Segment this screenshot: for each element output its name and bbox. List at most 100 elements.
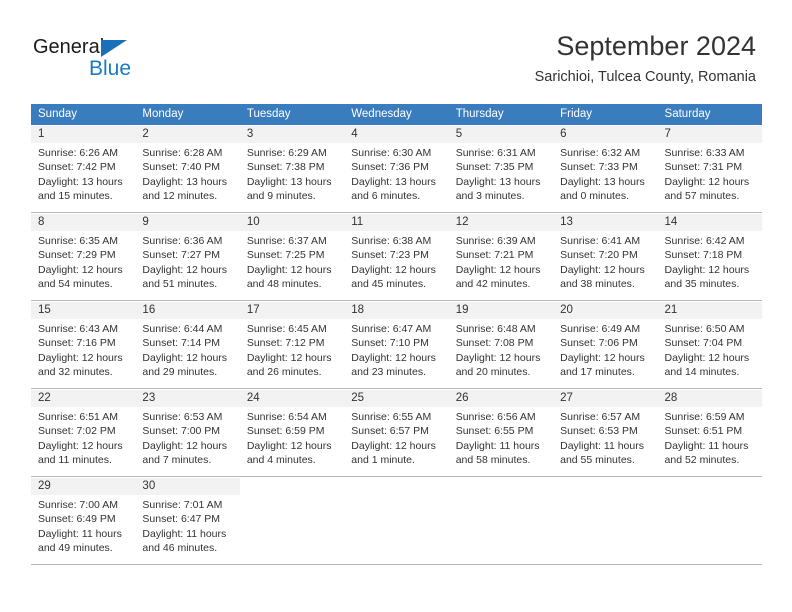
daylight-text-line1: Daylight: 12 hours (38, 351, 123, 364)
day-details: Sunrise: 7:01 AM Sunset: 6:47 PM Dayligh… (135, 495, 239, 556)
day-details: Sunrise: 6:35 AM Sunset: 7:29 PM Dayligh… (31, 231, 135, 292)
day-cell[interactable]: 17 Sunrise: 6:45 AM Sunset: 7:12 PM Dayl… (239, 302, 345, 388)
day-details: Sunrise: 6:42 AM Sunset: 7:18 PM Dayligh… (658, 231, 762, 292)
day-number-band: 12 (448, 214, 554, 231)
daylight-text-line2: and 38 minutes. (560, 278, 635, 291)
day-number: 1 (38, 128, 45, 140)
day-number-band: 24 (239, 390, 345, 407)
day-number: 6 (560, 128, 567, 140)
day-number-band: 11 (344, 214, 449, 231)
daylight-text-line1: Daylight: 12 hours (38, 439, 123, 452)
daylight-text-line2: and 29 minutes. (142, 366, 218, 379)
daylight-text-line1: Daylight: 12 hours (664, 351, 750, 364)
day-number: 4 (351, 128, 358, 140)
day-cell[interactable]: 6 Sunrise: 6:32 AM Sunset: 7:33 PM Dayli… (553, 126, 658, 212)
day-cell[interactable]: 3 Sunrise: 6:29 AM Sunset: 7:38 PM Dayli… (239, 126, 345, 212)
sunrise-text: Sunrise: 6:44 AM (142, 323, 223, 335)
sunset-text: Sunset: 6:47 PM (142, 513, 221, 526)
day-cell[interactable]: 27 Sunrise: 6:57 AM Sunset: 6:53 PM Dayl… (553, 390, 658, 476)
day-cell[interactable]: 9 Sunrise: 6:36 AM Sunset: 7:27 PM Dayli… (135, 214, 240, 300)
daylight-text-line2: and 55 minutes. (560, 454, 635, 467)
day-cell[interactable]: 1 Sunrise: 6:26 AM Sunset: 7:42 PM Dayli… (31, 126, 136, 212)
daylight-text-line2: and 51 minutes. (142, 278, 218, 291)
day-cell[interactable]: 5 Sunrise: 6:31 AM Sunset: 7:35 PM Dayli… (448, 126, 554, 212)
day-cell[interactable]: 21 Sunrise: 6:50 AM Sunset: 7:04 PM Dayl… (657, 302, 762, 388)
sunset-text: Sunset: 7:18 PM (664, 249, 743, 262)
daylight-text-line2: and 17 minutes. (560, 366, 635, 379)
sunset-text: Sunset: 6:57 PM (351, 425, 429, 438)
sunrise-text: Sunrise: 6:32 AM (560, 147, 641, 159)
daylight-text-line2: and 12 minutes. (142, 190, 218, 203)
day-cell[interactable]: 13 Sunrise: 6:41 AM Sunset: 7:20 PM Dayl… (553, 214, 658, 300)
day-cell[interactable]: 16 Sunrise: 6:44 AM Sunset: 7:14 PM Dayl… (135, 302, 240, 388)
day-number-band: 10 (239, 214, 345, 231)
day-number: 18 (351, 304, 365, 316)
day-cell[interactable]: 28 Sunrise: 6:59 AM Sunset: 6:51 PM Dayl… (657, 390, 762, 476)
day-details: Sunrise: 6:59 AM Sunset: 6:51 PM Dayligh… (658, 407, 762, 468)
day-cell[interactable]: 14 Sunrise: 6:42 AM Sunset: 7:18 PM Dayl… (657, 214, 762, 300)
day-details: Sunrise: 6:44 AM Sunset: 7:14 PM Dayligh… (135, 319, 239, 380)
day-number: 26 (455, 392, 469, 404)
day-cell[interactable]: 23 Sunrise: 6:53 AM Sunset: 7:00 PM Dayl… (135, 390, 240, 476)
day-number: 22 (38, 392, 51, 404)
day-cell[interactable]: 2 Sunrise: 6:28 AM Sunset: 7:40 PM Dayli… (135, 126, 240, 212)
day-cell[interactable]: 4 Sunrise: 6:30 AM Sunset: 7:36 PM Dayli… (344, 126, 449, 212)
daylight-text-line1: Daylight: 13 hours (38, 175, 123, 188)
sunrise-text: Sunrise: 6:56 AM (455, 411, 536, 423)
weekday-header-sunday: Sunday (38, 108, 78, 120)
day-cell[interactable]: 7 Sunrise: 6:33 AM Sunset: 7:31 PM Dayli… (657, 126, 762, 212)
daylight-text-line1: Daylight: 12 hours (142, 263, 228, 276)
weekday-header-friday: Friday (560, 108, 593, 120)
day-number-band: 20 (553, 302, 658, 319)
day-cell-empty (657, 478, 762, 564)
daylight-text-line1: Daylight: 11 hours (455, 439, 540, 452)
week-row: 15 Sunrise: 6:43 AM Sunset: 7:16 PM Dayl… (31, 301, 762, 389)
day-cell[interactable]: 26 Sunrise: 6:56 AM Sunset: 6:55 PM Dayl… (448, 390, 554, 476)
week-row: 1 Sunrise: 6:26 AM Sunset: 7:42 PM Dayli… (31, 125, 762, 213)
logo-triangle-icon (101, 40, 127, 57)
daylight-text-line1: Daylight: 11 hours (664, 439, 749, 452)
sunrise-text: Sunrise: 6:38 AM (351, 235, 432, 247)
day-cell[interactable]: 11 Sunrise: 6:38 AM Sunset: 7:23 PM Dayl… (344, 214, 449, 300)
day-details: Sunrise: 6:26 AM Sunset: 7:42 PM Dayligh… (31, 143, 135, 204)
sunrise-text: Sunrise: 6:37 AM (246, 235, 327, 247)
logo-text-blue: Blue (89, 57, 132, 80)
sunset-text: Sunset: 7:06 PM (560, 337, 638, 350)
day-cell-empty (553, 478, 658, 564)
sunset-text: Sunset: 7:10 PM (351, 337, 429, 350)
day-number-band: 18 (344, 302, 449, 319)
day-cell[interactable]: 15 Sunrise: 6:43 AM Sunset: 7:16 PM Dayl… (31, 302, 136, 388)
day-number: 28 (664, 392, 678, 404)
daylight-text-line1: Daylight: 12 hours (351, 351, 436, 364)
daylight-text-line2: and 11 minutes. (38, 454, 112, 467)
sunset-text: Sunset: 6:53 PM (560, 425, 638, 438)
day-cell[interactable]: 12 Sunrise: 6:39 AM Sunset: 7:21 PM Dayl… (448, 214, 554, 300)
day-cell[interactable]: 10 Sunrise: 6:37 AM Sunset: 7:25 PM Dayl… (239, 214, 345, 300)
day-cell[interactable]: 19 Sunrise: 6:48 AM Sunset: 7:08 PM Dayl… (448, 302, 554, 388)
page-header: General Blue September 2024 Sarichioi, T… (0, 0, 792, 100)
day-cell[interactable]: 18 Sunrise: 6:47 AM Sunset: 7:10 PM Dayl… (344, 302, 449, 388)
daylight-text-line2: and 57 minutes. (664, 190, 740, 203)
daylight-text-line1: Daylight: 12 hours (351, 439, 436, 452)
page-title: September 2024 (556, 31, 756, 61)
sunrise-text: Sunrise: 6:42 AM (664, 235, 745, 247)
day-number-band: 30 (135, 478, 240, 495)
daylight-text-line2: and 6 minutes. (351, 190, 421, 203)
day-cell[interactable]: 22 Sunrise: 6:51 AM Sunset: 7:02 PM Dayl… (31, 390, 136, 476)
day-cell[interactable]: 25 Sunrise: 6:55 AM Sunset: 6:57 PM Dayl… (344, 390, 449, 476)
sunset-text: Sunset: 7:16 PM (38, 337, 116, 350)
daylight-text-line1: Daylight: 11 hours (560, 439, 644, 452)
day-cell[interactable]: 8 Sunrise: 6:35 AM Sunset: 7:29 PM Dayli… (31, 214, 136, 300)
daylight-text-line2: and 42 minutes. (455, 278, 531, 291)
day-cell[interactable]: 20 Sunrise: 6:49 AM Sunset: 7:06 PM Dayl… (553, 302, 658, 388)
sunrise-text: Sunrise: 7:00 AM (38, 499, 118, 511)
day-details: Sunrise: 6:48 AM Sunset: 7:08 PM Dayligh… (449, 319, 553, 380)
calendar-grid: Sunday Monday Tuesday Wednesday Thursday… (31, 104, 762, 565)
day-cell[interactable]: 24 Sunrise: 6:54 AM Sunset: 6:59 PM Dayl… (239, 390, 345, 476)
general-blue-logo: General Blue (33, 36, 193, 86)
daylight-text-line2: and 45 minutes. (351, 278, 426, 291)
daylight-text-line1: Daylight: 13 hours (351, 175, 436, 188)
day-cell[interactable]: 30 Sunrise: 7:01 AM Sunset: 6:47 PM Dayl… (135, 478, 240, 564)
day-cell[interactable]: 29 Sunrise: 7:00 AM Sunset: 6:49 PM Dayl… (31, 478, 136, 564)
day-details: Sunrise: 6:43 AM Sunset: 7:16 PM Dayligh… (31, 319, 135, 380)
